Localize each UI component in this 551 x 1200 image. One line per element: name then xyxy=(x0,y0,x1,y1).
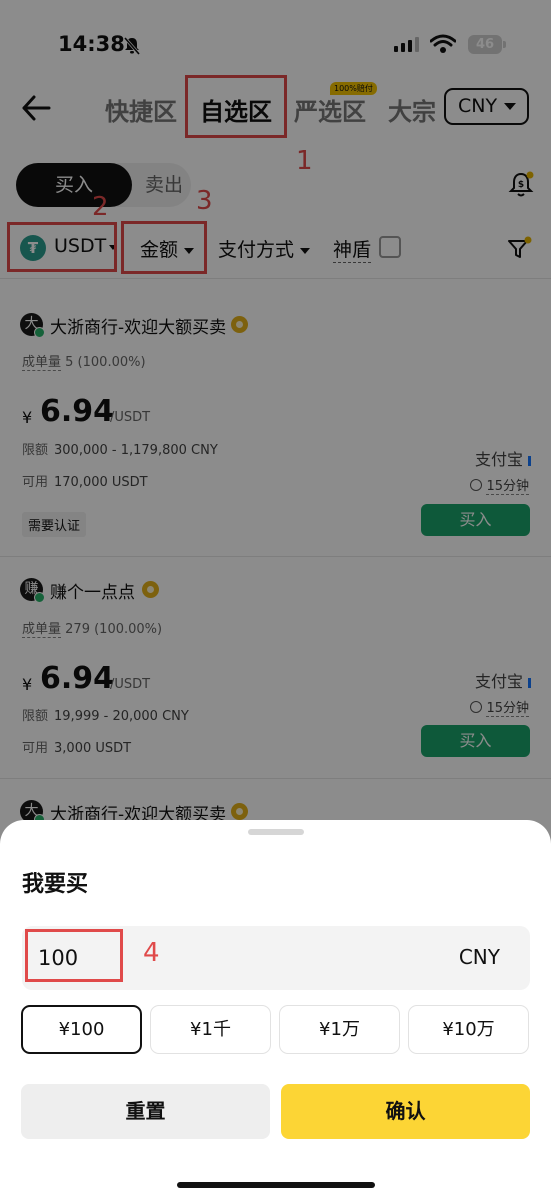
annotation-number-4: 4 xyxy=(143,938,160,968)
reset-button[interactable]: 重置 xyxy=(21,1084,270,1139)
annotation-box-4 xyxy=(25,929,123,982)
sheet-drag-handle[interactable] xyxy=(248,829,304,835)
p2p-trade-page: 14:38 46 快捷区 自选区 严选区 100%赔付 大宗 CNY 买入 卖出… xyxy=(0,0,551,1200)
confirm-button[interactable]: 确认 xyxy=(281,1084,530,1139)
home-indicator[interactable] xyxy=(177,1182,375,1188)
quick-amount-100k[interactable]: ¥10万 xyxy=(408,1005,529,1054)
quick-amount-100[interactable]: ¥100 xyxy=(21,1005,142,1054)
amount-bottom-sheet: 我要买 CNY ¥100 ¥1千 ¥1万 ¥10万 重置 确认 4 xyxy=(0,820,551,1200)
sheet-title: 我要买 xyxy=(22,872,89,897)
quick-amount-1k[interactable]: ¥1千 xyxy=(150,1005,271,1054)
quick-amount-10k[interactable]: ¥1万 xyxy=(279,1005,400,1054)
amount-currency: CNY xyxy=(458,945,500,969)
